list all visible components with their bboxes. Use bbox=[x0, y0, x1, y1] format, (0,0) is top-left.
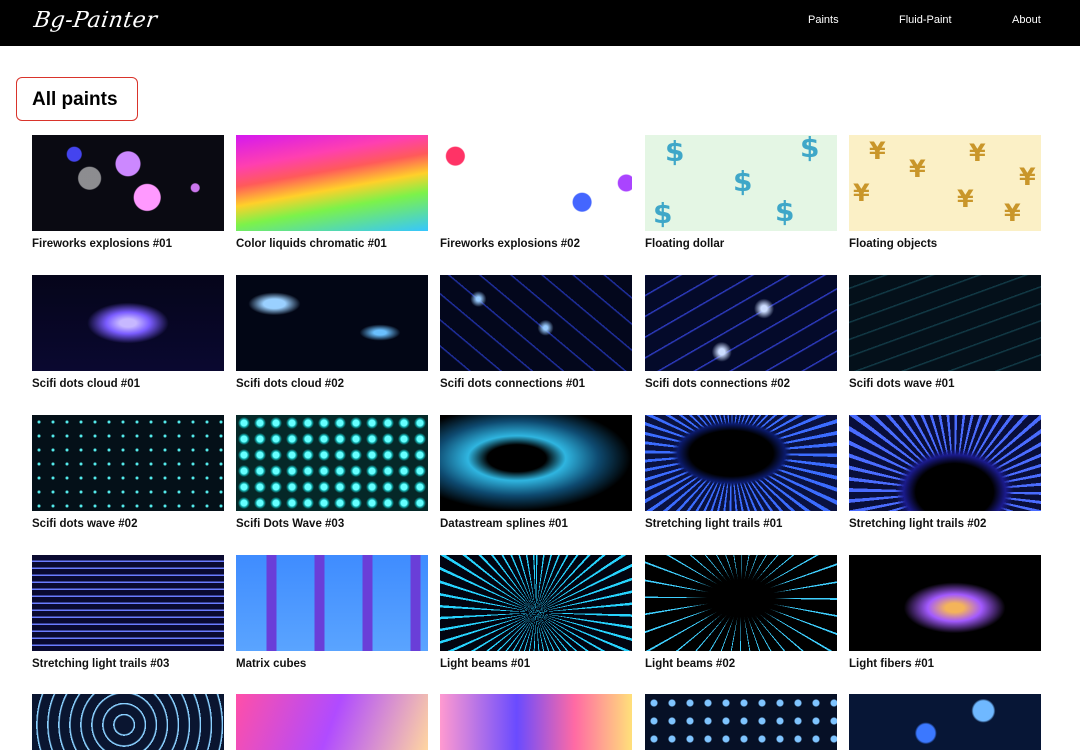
paint-caption[interactable]: Light beams #01 bbox=[440, 658, 530, 670]
paint-card[interactable] bbox=[32, 694, 224, 750]
paint-thumbnail[interactable] bbox=[849, 555, 1041, 651]
paint-caption[interactable]: Stretching light trails #03 bbox=[32, 658, 169, 670]
dollar-icon: $ bbox=[733, 165, 753, 198]
dollar-icon: $ bbox=[775, 195, 795, 228]
paint-thumbnail[interactable]: $ $ $ $ $ bbox=[645, 135, 837, 231]
paint-card[interactable]: Light fibers #01 bbox=[849, 555, 1041, 670]
paint-caption[interactable]: Floating objects bbox=[849, 238, 937, 250]
paint-thumbnail[interactable] bbox=[236, 275, 428, 371]
dollar-icon: $ bbox=[665, 135, 685, 168]
paint-thumbnail[interactable] bbox=[236, 555, 428, 651]
paint-caption[interactable]: Scifi Dots Wave #03 bbox=[236, 518, 344, 530]
paint-caption[interactable]: Datastream splines #01 bbox=[440, 518, 568, 530]
paint-card[interactable]: $ $ $ $ $ Floating dollar bbox=[645, 135, 837, 250]
paint-caption[interactable]: Floating dollar bbox=[645, 238, 724, 250]
paint-thumbnail[interactable] bbox=[645, 275, 837, 371]
paint-thumbnail[interactable] bbox=[440, 694, 632, 750]
paint-thumbnail[interactable] bbox=[849, 415, 1041, 511]
paint-card[interactable] bbox=[236, 694, 428, 750]
paint-card[interactable]: Color liquids chromatic #01 bbox=[236, 135, 428, 250]
paint-card[interactable]: Fireworks explosions #02 bbox=[440, 135, 632, 250]
site-logo[interactable]: Bg-Painter bbox=[32, 8, 159, 33]
paint-thumbnail[interactable] bbox=[645, 415, 837, 511]
nav-link-fluid-paint[interactable]: Fluid-Paint bbox=[899, 14, 952, 26]
paint-caption[interactable]: Light fibers #01 bbox=[849, 658, 934, 670]
paint-card[interactable]: Scifi dots connections #02 bbox=[645, 275, 837, 390]
paint-card[interactable] bbox=[849, 694, 1041, 750]
paint-caption[interactable]: Stretching light trails #01 bbox=[645, 518, 782, 530]
paint-card[interactable]: Scifi dots cloud #02 bbox=[236, 275, 428, 390]
paint-caption[interactable]: Scifi dots connections #01 bbox=[440, 378, 585, 390]
yen-icon: ¥ bbox=[1004, 199, 1021, 227]
paint-thumbnail[interactable] bbox=[236, 694, 428, 750]
paint-caption[interactable]: Stretching light trails #02 bbox=[849, 518, 986, 530]
paint-thumbnail[interactable] bbox=[849, 694, 1041, 750]
paint-thumbnail[interactable] bbox=[236, 135, 428, 231]
paint-thumbnail[interactable]: ¥ ¥ ¥ ¥ ¥ ¥ ¥ bbox=[849, 135, 1041, 231]
paint-card[interactable]: ¥ ¥ ¥ ¥ ¥ ¥ ¥ Floating objects bbox=[849, 135, 1041, 250]
paint-caption[interactable]: Scifi dots cloud #02 bbox=[236, 378, 344, 390]
paint-card[interactable]: Matrix cubes bbox=[236, 555, 428, 670]
paint-card[interactable] bbox=[440, 694, 632, 750]
paint-card[interactable]: Stretching light trails #01 bbox=[645, 415, 837, 530]
paint-caption[interactable]: Light beams #02 bbox=[645, 658, 735, 670]
dollar-icon: $ bbox=[653, 197, 673, 230]
yen-icon: ¥ bbox=[969, 139, 986, 167]
paint-card[interactable]: Scifi dots connections #01 bbox=[440, 275, 632, 390]
paint-caption[interactable]: Scifi dots connections #02 bbox=[645, 378, 790, 390]
yen-icon: ¥ bbox=[957, 185, 974, 213]
paint-thumbnail[interactable] bbox=[440, 415, 632, 511]
paint-thumbnail[interactable] bbox=[32, 415, 224, 511]
paint-thumbnail[interactable] bbox=[32, 135, 224, 231]
paint-card[interactable]: Stretching light trails #03 bbox=[32, 555, 224, 670]
paint-thumbnail[interactable] bbox=[236, 415, 428, 511]
paint-caption[interactable]: Color liquids chromatic #01 bbox=[236, 238, 387, 250]
paint-caption[interactable]: Scifi dots wave #01 bbox=[849, 378, 954, 390]
paint-thumbnail[interactable] bbox=[32, 275, 224, 371]
paint-thumbnail[interactable] bbox=[645, 555, 837, 651]
paint-thumbnail[interactable] bbox=[32, 555, 224, 651]
yen-icon: ¥ bbox=[853, 179, 870, 207]
top-navbar: Bg-Painter Paints Fluid-Paint About bbox=[0, 0, 1080, 46]
paint-thumbnail[interactable] bbox=[440, 275, 632, 371]
dollar-icon: $ bbox=[800, 135, 820, 164]
paint-thumbnail[interactable] bbox=[645, 694, 837, 750]
page-title: All paints bbox=[32, 89, 118, 110]
paint-thumbnail[interactable] bbox=[32, 694, 224, 750]
paint-card[interactable]: Fireworks explosions #01 bbox=[32, 135, 224, 250]
paint-thumbnail[interactable] bbox=[440, 555, 632, 651]
paint-caption[interactable]: Scifi dots cloud #01 bbox=[32, 378, 140, 390]
paint-card[interactable]: Scifi dots wave #02 bbox=[32, 415, 224, 530]
page-title-box: All paints bbox=[16, 77, 138, 121]
paint-caption[interactable]: Matrix cubes bbox=[236, 658, 306, 670]
paint-card[interactable]: Light beams #02 bbox=[645, 555, 837, 670]
yen-icon: ¥ bbox=[1019, 163, 1036, 191]
paint-card[interactable]: Datastream splines #01 bbox=[440, 415, 632, 530]
paint-caption[interactable]: Scifi dots wave #02 bbox=[32, 518, 137, 530]
nav-link-about[interactable]: About bbox=[1012, 14, 1041, 26]
nav-link-paints[interactable]: Paints bbox=[808, 14, 839, 26]
paint-card[interactable]: Stretching light trails #02 bbox=[849, 415, 1041, 530]
paint-card[interactable]: Scifi dots cloud #01 bbox=[32, 275, 224, 390]
yen-icon: ¥ bbox=[909, 155, 926, 183]
paint-card[interactable]: Scifi Dots Wave #03 bbox=[236, 415, 428, 530]
paint-card[interactable] bbox=[645, 694, 837, 750]
paint-card[interactable]: Light beams #01 bbox=[440, 555, 632, 670]
paint-thumbnail[interactable] bbox=[849, 275, 1041, 371]
yen-icon: ¥ bbox=[869, 137, 886, 165]
paint-caption[interactable]: Fireworks explosions #02 bbox=[440, 238, 580, 250]
paint-caption[interactable]: Fireworks explosions #01 bbox=[32, 238, 172, 250]
paint-card[interactable]: Scifi dots wave #01 bbox=[849, 275, 1041, 390]
paint-thumbnail[interactable] bbox=[440, 135, 632, 231]
